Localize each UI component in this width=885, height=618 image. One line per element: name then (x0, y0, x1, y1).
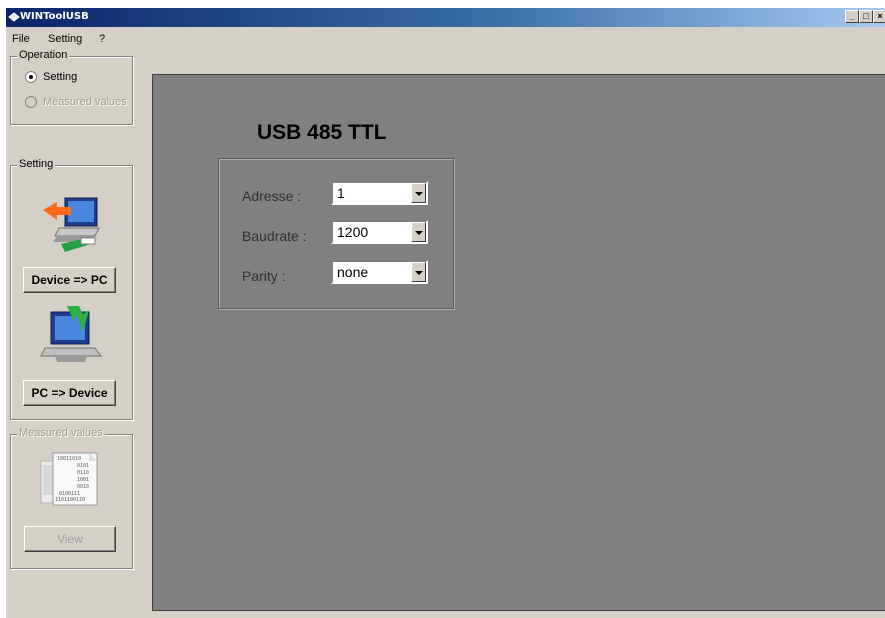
device-to-pc-button[interactable]: Device => PC (23, 267, 116, 293)
chevron-down-icon[interactable] (411, 262, 426, 282)
pc-to-device-button[interactable]: PC => Device (23, 380, 116, 406)
address-select[interactable]: 1 (331, 181, 428, 205)
parity-label: Parity : (242, 268, 286, 284)
parity-value: none (337, 264, 369, 280)
binary-line: 0110 (77, 470, 90, 476)
measured-values-group: Measured values 10011010 0101 0110 1001 … (10, 427, 133, 569)
baudrate-label: Baudrate : (242, 228, 307, 244)
baudrate-value: 1200 (337, 224, 369, 240)
radio-setting-label: Setting (43, 71, 78, 83)
radio-measured-values-indicator[interactable] (25, 96, 37, 108)
binary-line: 0101 (77, 463, 90, 469)
menu-file[interactable]: File (12, 33, 30, 45)
left-panel: Operation Setting Measured values Settin… (6, 49, 144, 618)
app-icon (8, 12, 20, 22)
minimize-button[interactable]: _ (845, 10, 859, 23)
device-title: USB 485 TTL (257, 121, 387, 144)
radio-measured-values-label: Measured values (43, 96, 127, 108)
operation-group: Operation Setting Measured values (10, 49, 133, 125)
menu-help[interactable]: ? (99, 33, 105, 45)
view-button[interactable]: View (24, 526, 116, 552)
menu-bar: File Setting ? (6, 29, 885, 49)
setting-group: Setting Device => PC PC => Device (10, 158, 133, 420)
main-work-area: USB 485 TTL Adresse : 1 Baudrate : 1200 … (152, 74, 885, 611)
binary-line: 1101100110 (55, 497, 86, 503)
maximize-button[interactable]: □ (859, 10, 873, 23)
config-box: Adresse : 1 Baudrate : 1200 Parity : non… (218, 158, 454, 309)
setting-legend: Setting (17, 158, 56, 170)
address-value: 1 (337, 185, 345, 201)
minimize-icon: _ (849, 11, 855, 21)
radio-setting-indicator[interactable] (25, 71, 37, 83)
app-window: WINToolUSB _ □ × File Setting ? Operatio… (6, 8, 885, 618)
binary-line: 0010 (77, 484, 90, 490)
address-label: Adresse : (242, 188, 302, 204)
device-to-pc-icon (43, 197, 100, 252)
close-button[interactable]: × (873, 10, 885, 23)
close-icon: × (877, 11, 883, 21)
measured-values-icon: 10011010 0101 0110 1001 0010 0100111 110… (37, 451, 101, 513)
title-bar: WINToolUSB _ □ × (6, 8, 885, 27)
maximize-icon: □ (863, 11, 869, 21)
baudrate-select[interactable]: 1200 (331, 220, 428, 244)
window-title: WINToolUSB (20, 11, 89, 22)
menu-setting[interactable]: Setting (48, 33, 82, 45)
pc-to-device-icon (40, 306, 102, 362)
chevron-down-icon[interactable] (411, 222, 426, 242)
operation-legend: Operation (17, 49, 70, 61)
parity-select[interactable]: none (331, 260, 428, 284)
chevron-down-icon[interactable] (411, 183, 426, 203)
measured-values-legend: Measured values (17, 427, 105, 439)
binary-line: 1001 (77, 477, 90, 483)
binary-line: 10011010 (57, 456, 82, 462)
